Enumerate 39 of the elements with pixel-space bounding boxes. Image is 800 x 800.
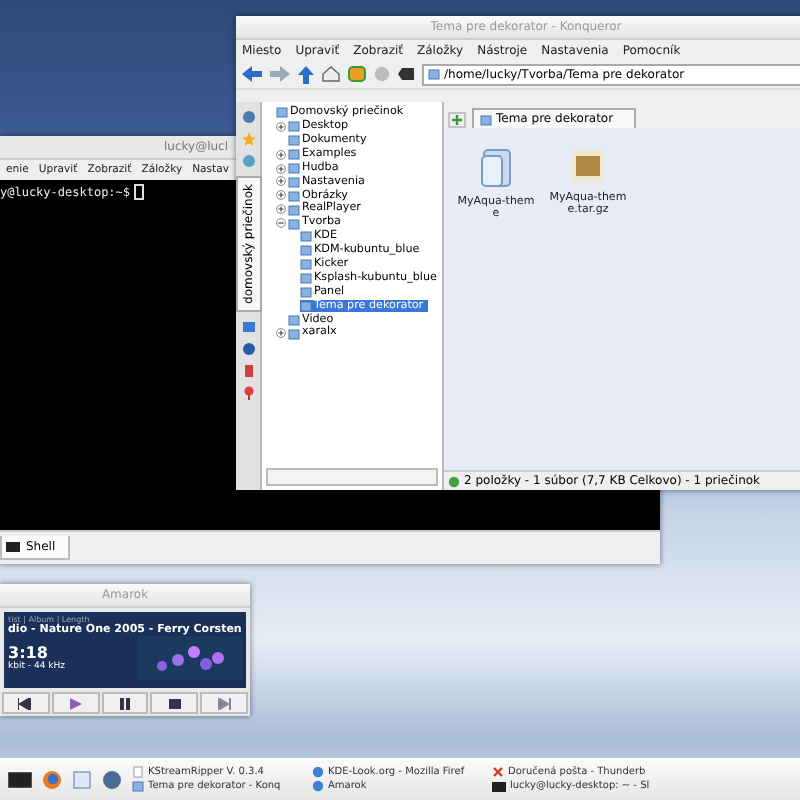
terminal-icon[interactable]: [8, 771, 32, 787]
pause-icon: [117, 697, 132, 709]
expand-icon[interactable]: [276, 204, 286, 215]
document-icon: [132, 766, 144, 778]
expand-icon[interactable]: [276, 176, 286, 187]
expand-icon[interactable]: [276, 121, 286, 132]
expand-icon[interactable]: [276, 328, 286, 339]
back-arrow-icon[interactable]: [242, 66, 262, 82]
terminal-icon: [6, 542, 20, 552]
star-icon[interactable]: [241, 132, 255, 146]
up-arrow-icon[interactable]: [298, 65, 314, 83]
expand-icon[interactable]: [276, 163, 286, 173]
collapse-icon[interactable]: [276, 218, 286, 229]
expand-icon[interactable]: [276, 149, 286, 160]
home-icon[interactable]: [322, 66, 340, 82]
pin-icon[interactable]: [241, 385, 255, 400]
box-icon[interactable]: [570, 148, 606, 184]
disc-icon[interactable]: [102, 769, 122, 789]
play-icon: [68, 697, 83, 709]
folder-icon: [132, 780, 144, 792]
player-button[interactable]: [2, 692, 50, 714]
expand-icon[interactable]: [276, 190, 286, 201]
clear-field-icon[interactable]: [398, 68, 414, 80]
x-mark-icon: [492, 766, 504, 778]
player-button[interactable]: [150, 692, 199, 714]
elapsed-time: 3:18: [8, 644, 49, 662]
next-icon: [217, 697, 232, 709]
player-button[interactable]: [101, 692, 149, 714]
cursor: [134, 184, 145, 200]
filter-field[interactable]: [266, 468, 438, 486]
terminal-icon: [492, 781, 506, 791]
folder-icon[interactable]: [478, 148, 514, 188]
bookmark-icon[interactable]: [241, 363, 255, 378]
status-icon: [448, 475, 460, 487]
folder-icon: [480, 113, 492, 125]
previous-icon: [18, 697, 33, 709]
folder-icon: [428, 68, 440, 80]
new-tab-icon[interactable]: [448, 112, 466, 128]
stop-icon: [167, 697, 182, 709]
